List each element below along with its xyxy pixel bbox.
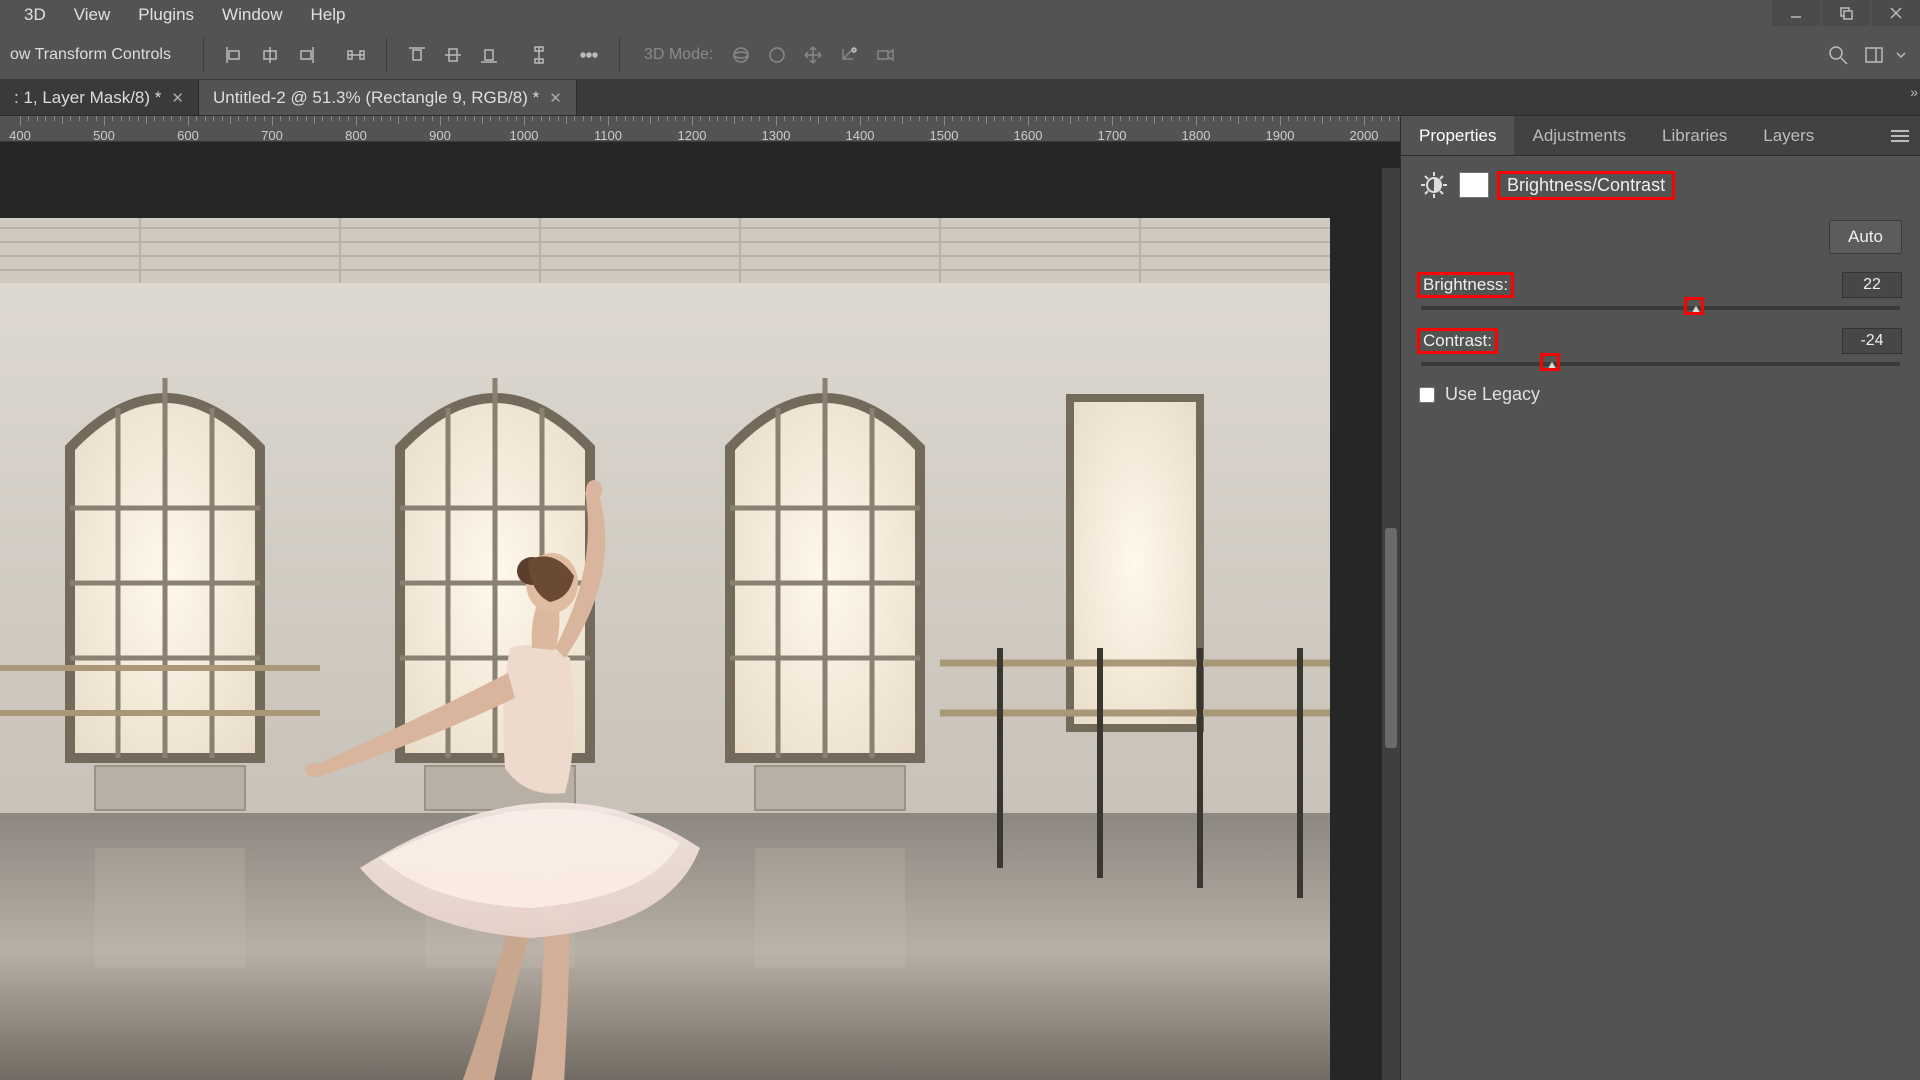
3d-mode-label: 3D Mode: [644, 46, 713, 64]
adjustment-title: Brightness/Contrast [1499, 173, 1673, 198]
ruler-tick: 1100 [594, 128, 622, 142]
use-legacy-row[interactable]: Use Legacy [1419, 384, 1902, 405]
document-tabs: : 1, Layer Mask/8) * ✕ Untitled-2 @ 51.3… [0, 80, 1920, 116]
ruler-tick: 400 [9, 128, 31, 142]
contrast-slider[interactable] [1421, 362, 1900, 366]
workspace-switcher-icon[interactable] [1856, 37, 1892, 73]
canvas-column: 400 500 600 700 800 900 1000 1100 1200 1300 1400 15… [0, 116, 1400, 1080]
maximize-button[interactable] [1822, 0, 1870, 26]
close-icon[interactable]: ✕ [549, 89, 562, 107]
workspace: 400 500 600 700 800 900 1000 1100 1200 1300 1400 15… [0, 116, 1920, 1080]
align-left-icon[interactable] [216, 37, 252, 73]
divider [386, 38, 387, 72]
doc-tab-1[interactable]: : 1, Layer Mask/8) * ✕ [0, 80, 199, 115]
adjustment-header: Brightness/Contrast [1419, 170, 1902, 200]
canvas-area[interactable] [0, 142, 1400, 1080]
menu-bar: 3D View Plugins Window Help [0, 0, 1920, 30]
ruler-tick: 1800 [1182, 128, 1211, 142]
tab-properties[interactable]: Properties [1401, 116, 1514, 155]
ruler-tick: 700 [261, 128, 283, 142]
properties-panel: Properties Adjustments Libraries Layers … [1400, 116, 1920, 1080]
contrast-slider-handle[interactable] [1542, 355, 1558, 369]
menu-help[interactable]: Help [297, 1, 360, 29]
ruler-tick: 800 [345, 128, 367, 142]
scrollbar-thumb[interactable] [1385, 528, 1397, 748]
layer-mask-thumbnail[interactable] [1459, 172, 1489, 198]
panel-menu-icon[interactable] [1880, 116, 1920, 155]
align-top-icon[interactable] [399, 37, 435, 73]
contrast-value[interactable]: -24 [1842, 328, 1902, 354]
chevron-down-icon[interactable] [1892, 37, 1910, 73]
minimize-button[interactable] [1772, 0, 1820, 26]
document-image [0, 168, 1340, 1080]
menu-3d[interactable]: 3D [10, 1, 60, 29]
distribute-h-icon[interactable] [338, 37, 374, 73]
more-options-icon[interactable] [571, 37, 607, 73]
auto-button[interactable]: Auto [1829, 220, 1902, 254]
doc-tab-2[interactable]: Untitled-2 @ 51.3% (Rectangle 9, RGB/8) … [199, 80, 577, 115]
distribute-v-icon[interactable] [521, 37, 557, 73]
ruler-tick: 500 [93, 128, 115, 142]
ruler-tick: 1600 [1014, 128, 1043, 142]
ruler-tick: 1700 [1098, 128, 1127, 142]
expand-tabs-icon[interactable]: » [1910, 84, 1918, 100]
menu-view[interactable]: View [60, 1, 125, 29]
ruler-tick: 1900 [1266, 128, 1295, 142]
ruler-tick: 1200 [678, 128, 707, 142]
search-icon[interactable] [1820, 37, 1856, 73]
menu-plugins[interactable]: Plugins [124, 1, 208, 29]
brightness-label: Brightness: [1419, 274, 1512, 296]
close-icon[interactable]: ✕ [171, 89, 184, 107]
ruler-tick: 1300 [762, 128, 791, 142]
options-bar: ow Transform Controls 3D Mode: [0, 30, 1920, 80]
panel-tabs: Properties Adjustments Libraries Layers [1401, 116, 1920, 156]
menu-window[interactable]: Window [208, 1, 296, 29]
use-legacy-checkbox[interactable] [1419, 387, 1435, 403]
ruler-tick: 900 [429, 128, 451, 142]
horizontal-ruler[interactable]: 400 500 600 700 800 900 1000 1100 1200 1300 1400 15… [0, 116, 1400, 142]
window-controls [1770, 0, 1920, 26]
doc-tab-label: Untitled-2 @ 51.3% (Rectangle 9, RGB/8) … [213, 88, 539, 108]
contrast-label: Contrast: [1419, 330, 1496, 352]
panel-body: Brightness/Contrast Auto Brightness: 22 … [1401, 156, 1920, 1080]
align-hcenter-icon[interactable] [252, 37, 288, 73]
close-button[interactable] [1872, 0, 1920, 26]
divider [619, 38, 620, 72]
brightness-slider[interactable] [1421, 306, 1900, 310]
tab-libraries[interactable]: Libraries [1644, 116, 1745, 155]
3d-camera-icon[interactable] [867, 37, 903, 73]
brightness-contrast-icon [1419, 170, 1449, 200]
ruler-tick: 1400 [846, 128, 875, 142]
brightness-slider-handle[interactable] [1686, 299, 1702, 313]
3d-pan-icon[interactable] [795, 37, 831, 73]
divider [203, 38, 204, 72]
brightness-slider-row: Brightness: 22 [1419, 272, 1902, 310]
brightness-value[interactable]: 22 [1842, 272, 1902, 298]
ruler-tick: 2000 [1350, 128, 1379, 142]
vertical-scrollbar[interactable] [1382, 168, 1400, 1080]
use-legacy-label: Use Legacy [1445, 384, 1540, 405]
align-right-icon[interactable] [288, 37, 324, 73]
ruler-tick: 1000 [510, 128, 539, 142]
3d-slide-icon[interactable] [831, 37, 867, 73]
align-bottom-icon[interactable] [471, 37, 507, 73]
3d-roll-icon[interactable] [759, 37, 795, 73]
doc-tab-label: : 1, Layer Mask/8) * [14, 88, 161, 108]
ruler-tick: 1500 [930, 128, 959, 142]
ruler-tick: 600 [177, 128, 199, 142]
tab-adjustments[interactable]: Adjustments [1514, 116, 1644, 155]
transform-controls-label[interactable]: ow Transform Controls [10, 46, 171, 64]
3d-orbit-icon[interactable] [723, 37, 759, 73]
align-vcenter-icon[interactable] [435, 37, 471, 73]
tab-layers[interactable]: Layers [1745, 116, 1832, 155]
contrast-slider-row: Contrast: -24 [1419, 328, 1902, 366]
